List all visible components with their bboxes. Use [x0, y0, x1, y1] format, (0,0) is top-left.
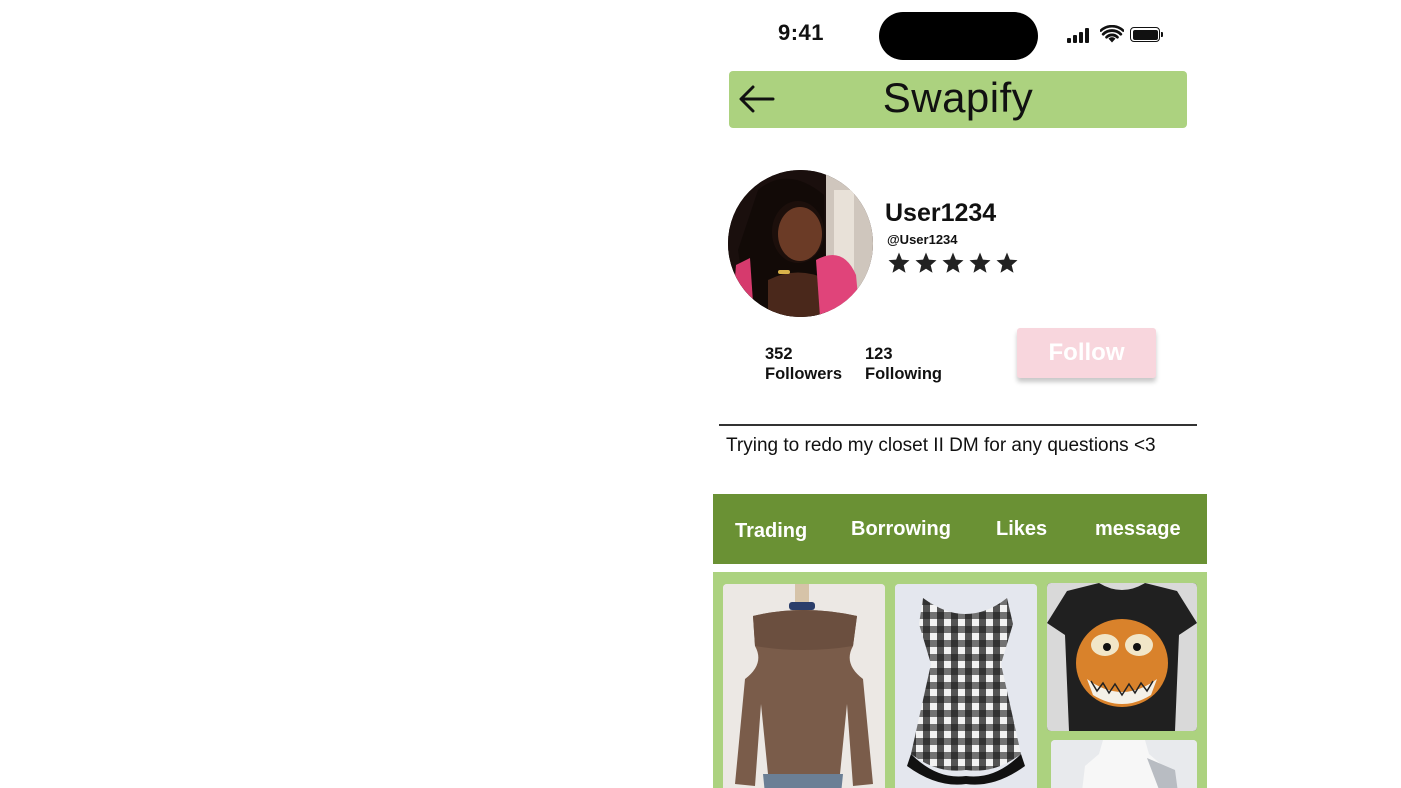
item-image: [895, 584, 1037, 788]
tab-borrowing[interactable]: Borrowing: [851, 518, 951, 541]
following-stat[interactable]: 123 Following: [865, 344, 942, 384]
bio-text: Trying to redo my closet II DM for any q…: [726, 435, 1156, 456]
tab-trading[interactable]: Trading: [735, 520, 807, 543]
list-item[interactable]: [1047, 583, 1197, 731]
avatar[interactable]: [728, 170, 873, 317]
following-label: Following: [865, 365, 942, 383]
item-image: [1047, 583, 1197, 731]
username: User1234: [885, 199, 997, 227]
dynamic-island: [879, 12, 1038, 60]
follow-button[interactable]: Follow: [1017, 328, 1156, 378]
wifi-icon: [1100, 25, 1124, 43]
item-image: [1051, 740, 1197, 788]
app-title: Swapify: [882, 74, 1034, 121]
star-icon: [942, 252, 964, 273]
list-item[interactable]: [1051, 740, 1197, 788]
list-item[interactable]: [723, 584, 885, 788]
star-icon: [888, 252, 910, 273]
item-image: [723, 584, 885, 788]
app-header: Swapify: [729, 71, 1187, 128]
star-icon: [996, 252, 1018, 273]
phone-screen: 9:41 Swapify User1234 @User1234 352 Foll…: [712, 0, 1208, 788]
user-handle: @User1234: [887, 232, 958, 247]
list-item[interactable]: [895, 584, 1037, 788]
followers-count: 352: [765, 345, 793, 363]
rating-stars: [887, 251, 1019, 275]
listing-grid: [713, 572, 1207, 788]
divider: [719, 424, 1197, 426]
tab-bar: Trading Borrowing Likes message: [713, 494, 1207, 564]
profile-photo: [728, 170, 873, 317]
tab-message[interactable]: message: [1095, 518, 1181, 541]
tab-likes[interactable]: Likes: [996, 518, 1047, 541]
status-time: 9:41: [778, 20, 825, 45]
followers-label: Followers: [765, 365, 843, 383]
following-count: 123: [865, 345, 893, 363]
battery-icon: [1130, 27, 1163, 42]
cellular-signal-icon: [1067, 28, 1093, 43]
star-icon: [915, 252, 937, 273]
star-icon: [969, 252, 991, 273]
followers-stat[interactable]: 352 Followers: [765, 344, 842, 384]
